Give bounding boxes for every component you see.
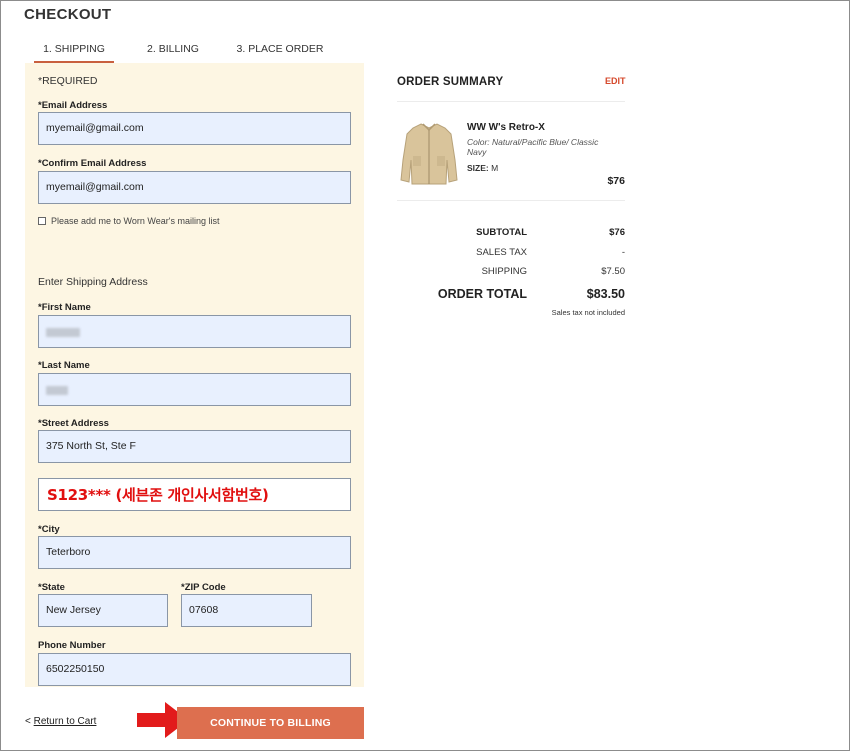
- sales-tax-note: Sales tax not included: [551, 308, 625, 317]
- required-note: *REQUIRED: [38, 75, 98, 87]
- confirm-email-field[interactable]: myemail@gmail.com: [38, 171, 351, 204]
- shipping-form: *REQUIRED *Email Address myemail@gmail.c…: [25, 63, 364, 687]
- mailing-list-label: Please add me to Worn Wear's mailing lis…: [51, 216, 220, 226]
- size-value: M: [491, 163, 499, 173]
- email-field[interactable]: myemail@gmail.com: [38, 112, 351, 145]
- redacted-last-name: [46, 386, 68, 395]
- confirm-email-label: *Confirm Email Address: [38, 158, 147, 169]
- street-address-field[interactable]: 375 North St, Ste F: [38, 430, 351, 463]
- city-field[interactable]: Teterboro: [38, 536, 351, 569]
- product-size: SIZE: M: [467, 163, 498, 173]
- last-name-label: *Last Name: [38, 360, 90, 371]
- size-label: SIZE:: [467, 163, 489, 173]
- tab-place-order[interactable]: 3. PLACE ORDER: [230, 38, 330, 63]
- divider: [397, 200, 625, 201]
- email-label: *Email Address: [38, 100, 108, 111]
- subtotal-label: SUBTOTAL: [476, 227, 527, 238]
- shipping-heading: Enter Shipping Address: [38, 276, 148, 288]
- return-to-cart-label: Return to Cart: [33, 716, 97, 727]
- phone-label: Phone Number: [38, 640, 106, 651]
- checkout-steps: 1. SHIPPING 2. BILLING 3. PLACE ORDER: [25, 38, 363, 64]
- subtotal-value: $76: [609, 227, 625, 238]
- product-color: Color: Natural/Pacific Blue/ Classic Nav…: [467, 137, 599, 157]
- order-summary-title: ORDER SUMMARY: [397, 76, 504, 88]
- state-select[interactable]: New Jersey: [38, 594, 168, 627]
- page-title: CHECKOUT: [24, 6, 112, 23]
- zip-label: *ZIP Code: [181, 582, 226, 593]
- tab-shipping[interactable]: 1. SHIPPING: [34, 38, 114, 63]
- first-name-label: *First Name: [38, 302, 91, 313]
- product-name: WW W's Retro-X: [467, 122, 545, 133]
- order-total-label: ORDER TOTAL: [437, 287, 527, 301]
- continue-to-billing-button[interactable]: CONTINUE TO BILLING: [177, 707, 364, 739]
- last-name-field[interactable]: [38, 373, 351, 406]
- return-to-cart-link[interactable]: < Return to Cart: [25, 716, 96, 727]
- first-name-field[interactable]: [38, 315, 351, 348]
- shipping-cost-label: SHIPPING: [481, 266, 527, 277]
- order-total-value: $83.50: [586, 287, 625, 301]
- city-label: *City: [38, 524, 60, 535]
- shipping-cost-value: $7.50: [601, 266, 625, 277]
- zip-field[interactable]: 07608: [181, 594, 312, 627]
- product-jacket-image: [400, 123, 458, 185]
- divider: [397, 101, 625, 102]
- address-line2-field[interactable]: S123*** (세븐존 개인사서함번호): [38, 478, 351, 511]
- mailing-list-option[interactable]: Please add me to Worn Wear's mailing lis…: [38, 216, 219, 226]
- redacted-first-name: [46, 328, 80, 337]
- back-chevron: <: [25, 716, 31, 727]
- sales-tax-value: -: [621, 247, 625, 258]
- phone-field[interactable]: 6502250150: [38, 653, 351, 686]
- address-line2-annotation: S123*** (세븐존 개인사서함번호): [47, 486, 269, 504]
- state-label: *State: [38, 582, 65, 593]
- sales-tax-label: SALES TAX: [476, 247, 527, 258]
- mailing-list-checkbox[interactable]: [38, 217, 46, 225]
- product-price: $76: [607, 175, 625, 187]
- street-address-label: *Street Address: [38, 418, 109, 429]
- edit-order-link[interactable]: EDIT: [605, 76, 626, 86]
- tab-billing[interactable]: 2. BILLING: [137, 38, 209, 63]
